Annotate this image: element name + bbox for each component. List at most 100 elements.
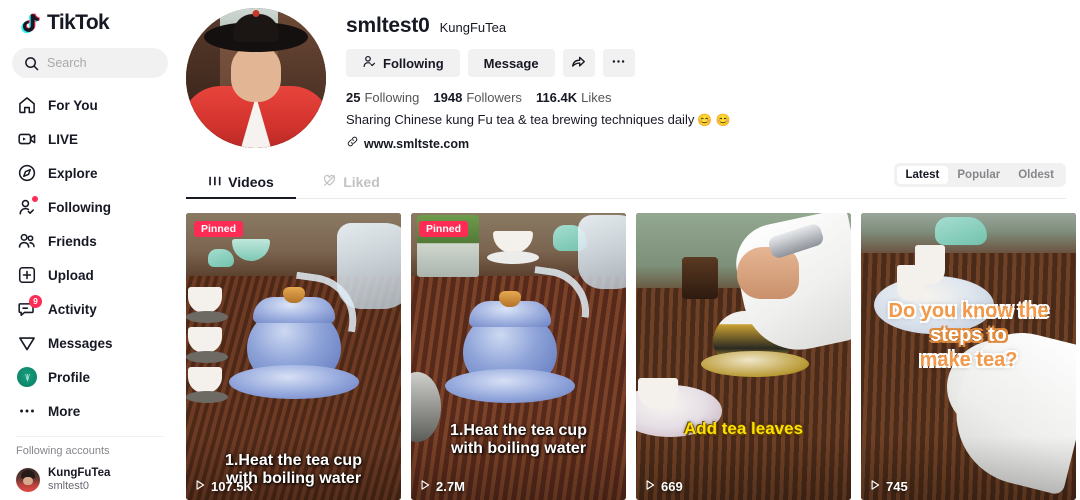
profile-names: smltest0 KungFuTea	[346, 14, 1066, 38]
sidebar-item-for-you[interactable]: For You	[12, 88, 168, 122]
sidebar-divider	[16, 436, 164, 437]
share-icon	[570, 53, 587, 73]
sidebar-item-messages[interactable]: Messages	[12, 326, 168, 360]
profile-actions: Following Message	[346, 49, 1066, 77]
sidebar-label: Messages	[48, 335, 113, 351]
tiktok-logo[interactable]: TikTok	[12, 0, 168, 44]
more-icon	[610, 53, 627, 73]
sidebar-item-upload[interactable]: Upload	[12, 258, 168, 292]
profile-stats: 25 Following 1948 Followers 116.4K Likes	[346, 90, 1066, 105]
sidebar-label: Upload	[48, 267, 94, 283]
video-views-count: 107.5K	[211, 479, 253, 494]
message-button[interactable]: Message	[467, 49, 555, 77]
video-views-count: 745	[886, 479, 908, 494]
pinned-badge: Pinned	[194, 221, 244, 237]
sidebar-item-explore[interactable]: Explore	[12, 156, 168, 190]
video-views: 669	[644, 479, 683, 494]
following-button[interactable]: Following	[346, 49, 460, 77]
video-views: 107.5K	[194, 479, 253, 494]
video-caption-line1: 1.Heat the tea cup	[225, 451, 362, 469]
profile-website[interactable]: www.smltste.com	[346, 135, 1066, 153]
tab-liked[interactable]: Liked	[296, 167, 406, 199]
sidebar-label: Explore	[48, 165, 98, 181]
play-icon	[194, 479, 206, 494]
activity-icon: 9	[16, 295, 42, 320]
search-bar[interactable]	[12, 48, 168, 78]
share-button[interactable]	[562, 49, 595, 77]
following-label: Following	[364, 90, 420, 105]
sidebar-item-friends[interactable]: Friends	[12, 224, 168, 258]
profile-website-text[interactable]: www.smltste.com	[364, 137, 469, 151]
video-caption-line1: Do you know the	[888, 300, 1049, 322]
video-caption: 1.Heat the tea cup with boiling water	[411, 422, 626, 458]
video-caption: Add tea leaves	[636, 419, 851, 438]
live-icon	[16, 128, 38, 150]
video-card[interactable]: Pinned 1.Heat the tea cup with boiling w…	[186, 213, 401, 500]
following-count: 25	[346, 90, 361, 105]
video-card[interactable]: Add tea leaves 669	[636, 213, 851, 500]
video-card[interactable]: Pinned 1.Heat the tea cup with boiling w…	[411, 213, 626, 500]
profile-info: smltest0 KungFuTea Following Message 25 …	[346, 8, 1066, 153]
profile-bio-text: Sharing Chinese kung Fu tea & tea brewin…	[346, 112, 695, 127]
sidebar-label: Friends	[48, 233, 97, 249]
person-follow-icon	[16, 196, 38, 218]
search-input[interactable]	[47, 56, 156, 70]
sort-latest[interactable]: Latest	[896, 166, 949, 184]
sidebar-label: More	[48, 403, 81, 419]
video-views-count: 669	[661, 479, 683, 494]
pinned-badge: Pinned	[419, 221, 469, 237]
sidebar-item-profile[interactable]: \|/ Profile	[12, 360, 168, 394]
sidebar-nav: For You LIVE Explore Following Friends U…	[12, 88, 168, 428]
video-grid: Pinned 1.Heat the tea cup with boiling w…	[186, 213, 1076, 500]
link-icon	[346, 135, 359, 153]
sidebar-item-live[interactable]: LIVE	[12, 122, 168, 156]
video-views-count: 2.7M	[436, 479, 465, 494]
video-thumbnail	[636, 213, 851, 500]
video-caption-line1: Add tea leaves	[683, 418, 804, 438]
sidebar-item-following[interactable]: Following	[12, 190, 168, 224]
tiktok-profile-page: TikTok For You	[0, 0, 1080, 500]
activity-badge: 9	[29, 295, 42, 308]
video-caption-line1: 1.Heat the tea cup	[450, 421, 587, 439]
upload-plus-icon	[16, 264, 38, 286]
sort-popular[interactable]: Popular	[948, 166, 1009, 184]
video-card[interactable]: Do you know the steps to make tea? 745	[861, 213, 1076, 500]
following-accounts-title: Following accounts	[16, 445, 110, 457]
bio-emoji: 😊 😊	[697, 112, 731, 127]
following-account-name: KungFuTea	[48, 467, 111, 479]
play-icon	[869, 479, 881, 494]
tab-videos[interactable]: Videos	[186, 167, 296, 199]
profile-bio: Sharing Chinese kung Fu tea & tea brewin…	[346, 112, 1066, 127]
notification-dot	[32, 196, 38, 202]
sidebar-item-more[interactable]: More	[12, 394, 168, 428]
sidebar-item-activity[interactable]: 9 Activity	[12, 292, 168, 326]
following-account-handle: smltest0	[48, 480, 89, 493]
profile-username: smltest0	[346, 14, 430, 37]
play-icon	[644, 479, 656, 494]
video-caption-line2: steps to	[930, 324, 1007, 347]
tab-liked-label: Liked	[343, 174, 380, 190]
content-tabs: Videos Liked Latest Popular Oldest	[186, 163, 1066, 199]
video-caption-line3: make tea?	[919, 348, 1018, 371]
avatar	[16, 468, 40, 493]
sidebar-label: Profile	[48, 369, 91, 385]
tab-videos-label: Videos	[228, 174, 274, 190]
video-views: 745	[869, 479, 908, 494]
more-options-button[interactable]	[602, 49, 635, 77]
sort-oldest[interactable]: Oldest	[1009, 166, 1063, 184]
tiktok-note-icon	[16, 10, 42, 36]
profile-avatar[interactable]	[186, 8, 326, 148]
person-check-icon	[362, 54, 377, 72]
message-button-label: Message	[483, 55, 539, 71]
sidebar: TikTok For You	[0, 0, 180, 500]
followers-count: 1948	[433, 90, 463, 105]
more-dots-icon	[16, 400, 38, 422]
play-icon	[419, 479, 431, 494]
sidebar-label: For You	[48, 97, 98, 113]
friends-icon	[16, 230, 38, 252]
following-account-item[interactable]: KungFuTea smltest0	[12, 463, 168, 497]
video-caption: Do you know the steps to make tea?	[861, 299, 1076, 372]
sort-control: Latest Popular Oldest	[893, 163, 1066, 187]
grid-icon	[208, 174, 222, 191]
main-content: smltest0 KungFuTea Following Message 25 …	[180, 0, 1080, 500]
